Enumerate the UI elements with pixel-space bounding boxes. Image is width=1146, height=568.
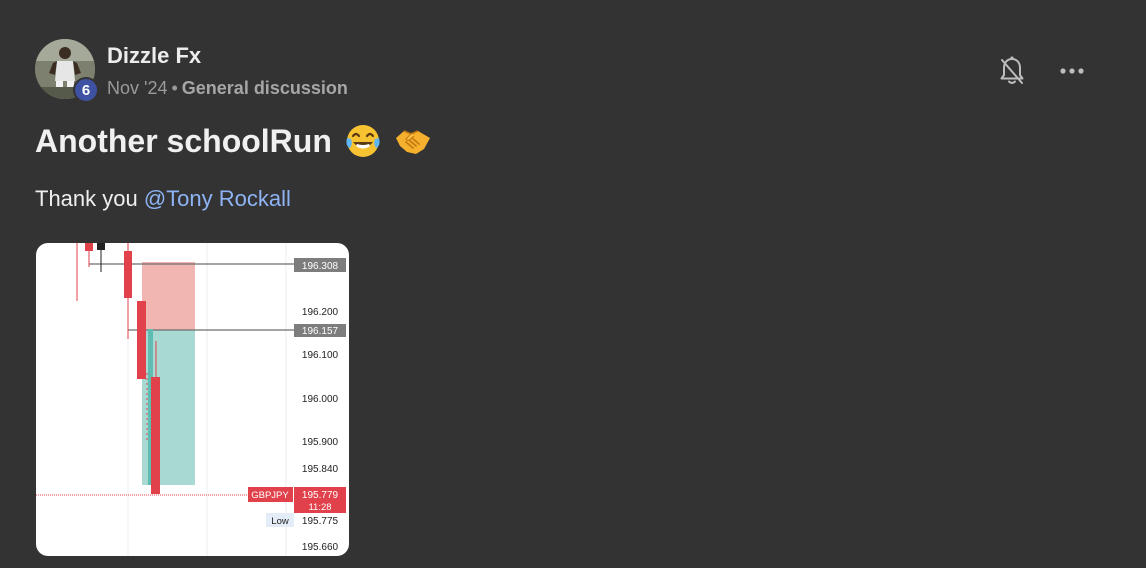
trading-chart: 196.308 196.200 196.157 196.100 196.000 … xyxy=(36,243,346,556)
candle xyxy=(85,243,93,251)
stop-loss-zone xyxy=(142,262,195,330)
user-level-badge: 6 xyxy=(73,77,99,103)
candle xyxy=(151,377,160,494)
current-price-label: 195.779 xyxy=(302,490,339,501)
more-options-button[interactable] xyxy=(1057,58,1087,84)
price-label-196-100: 196.100 xyxy=(302,350,339,361)
price-label-196-157: 196.157 xyxy=(302,326,339,337)
low-label: Low xyxy=(271,516,289,527)
price-label-196-000: 196.000 xyxy=(302,394,339,405)
candle xyxy=(124,251,132,298)
post-title: Another schoolRun xyxy=(35,122,432,160)
more-options-icon xyxy=(1059,62,1085,80)
user-mention-link[interactable]: @Tony Rockall xyxy=(144,186,291,211)
current-time-label: 11:28 xyxy=(308,502,331,513)
low-price-label: 195.775 xyxy=(302,516,339,527)
post-category[interactable]: General discussion xyxy=(182,78,348,98)
price-label-196-308: 196.308 xyxy=(302,261,339,272)
meta-separator: • xyxy=(171,78,178,98)
price-label-195-660: 195.660 xyxy=(302,542,339,553)
post-body: Thank you @Tony Rockall xyxy=(35,186,291,212)
post-title-text: Another schoolRun xyxy=(35,122,332,159)
handshake-icon xyxy=(394,122,432,160)
price-label-196-200: 196.200 xyxy=(302,307,339,318)
post-meta: Nov '24 • General discussion xyxy=(107,78,348,99)
bell-off-icon xyxy=(997,56,1027,91)
candle xyxy=(137,301,146,379)
chart-image[interactable]: 196.308 196.200 196.157 196.100 196.000 … xyxy=(36,243,349,556)
author-name[interactable]: Dizzle Fx xyxy=(107,43,201,69)
candle xyxy=(97,243,105,250)
symbol-label: GBPJPY xyxy=(251,490,289,501)
post-body-text: Thank you xyxy=(35,186,144,211)
face-with-tears-of-joy-icon xyxy=(344,122,382,160)
price-label-195-900: 195.900 xyxy=(302,437,339,448)
price-label-195-840: 195.840 xyxy=(302,464,339,475)
post-date[interactable]: Nov '24 xyxy=(107,78,167,98)
notification-button[interactable] xyxy=(997,55,1027,87)
